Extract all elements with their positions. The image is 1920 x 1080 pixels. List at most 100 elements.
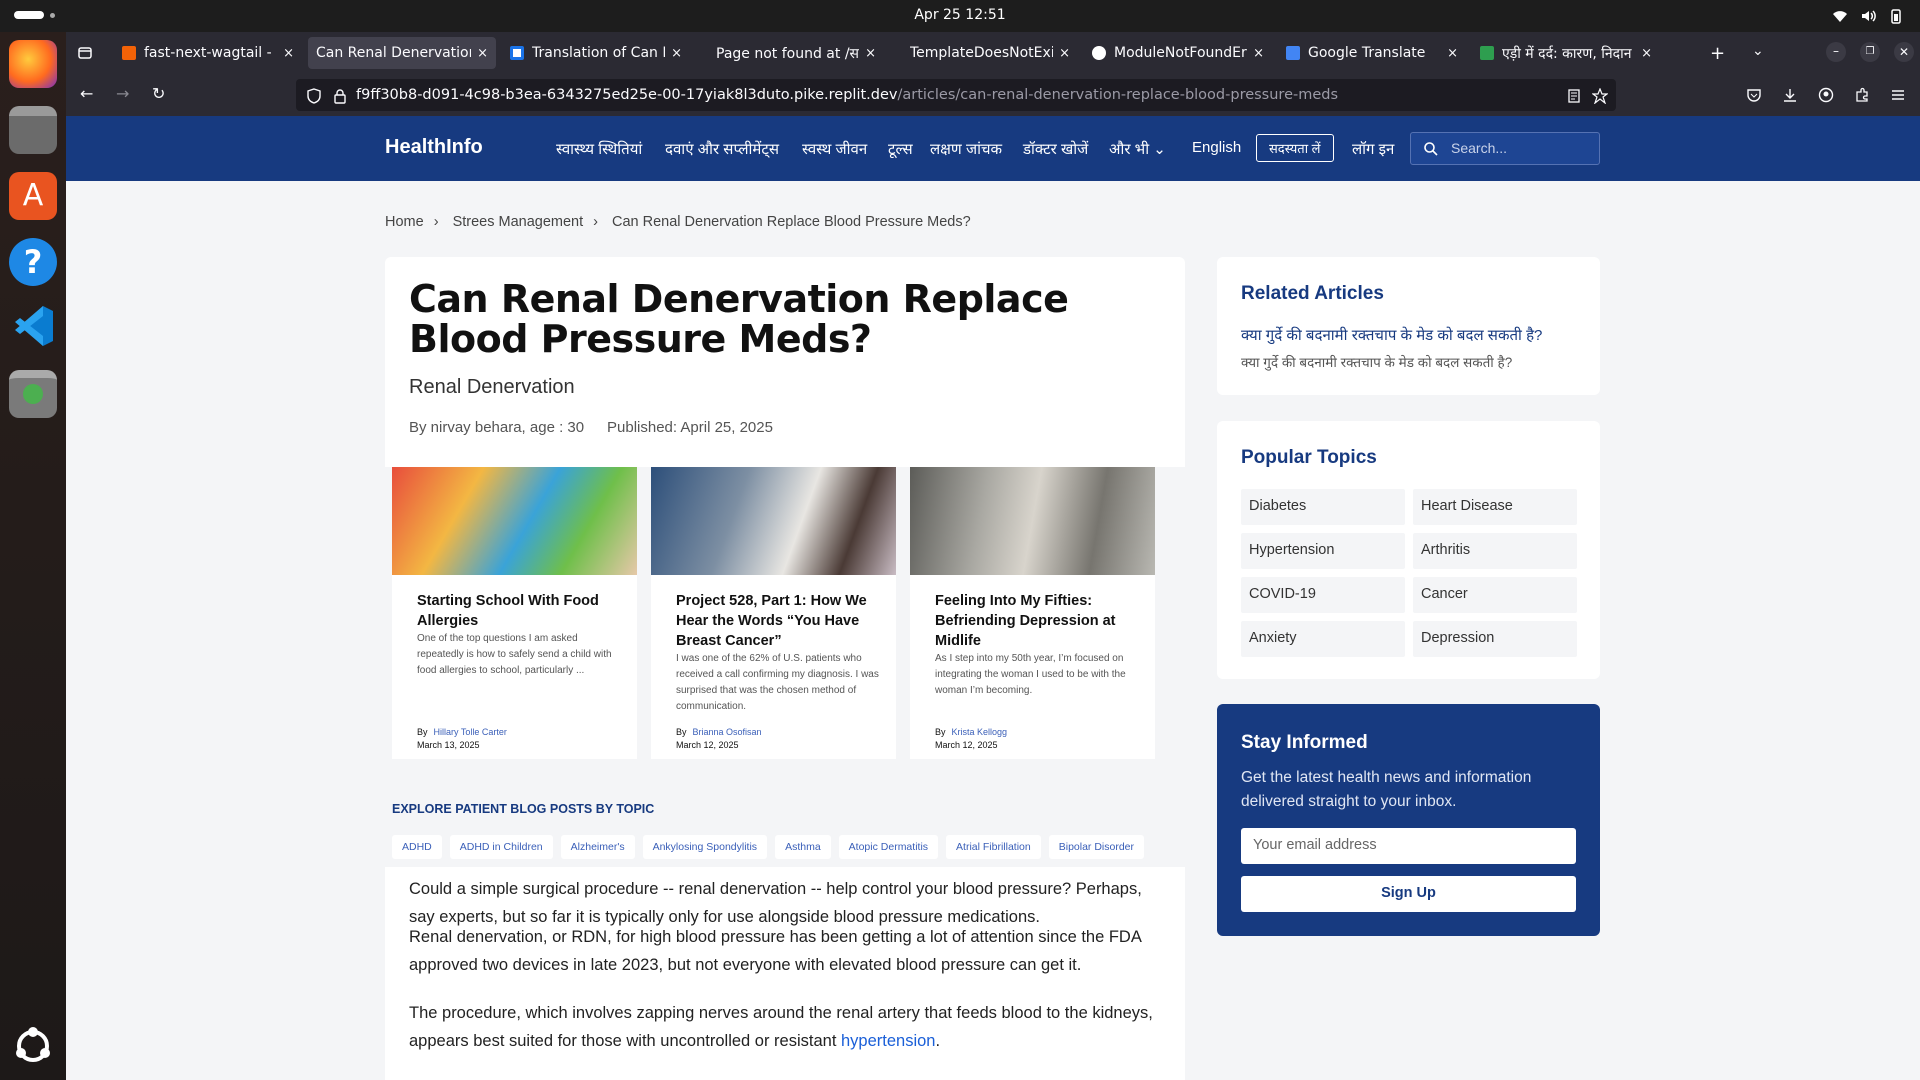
tab-fast-next-wagtail[interactable]: fast-next-wagtail - Re× [114, 37, 302, 69]
popular-topic[interactable]: Anxiety [1241, 621, 1405, 657]
topic-chip[interactable]: Bipolar Disorder [1048, 835, 1145, 859]
nav-symptom-checker[interactable]: लक्षण जांचक [930, 139, 1002, 159]
restore-button[interactable]: ❐ [1860, 42, 1880, 62]
close-icon[interactable]: × [477, 46, 488, 61]
site-logo[interactable]: HealthInfo [385, 136, 483, 159]
topic-chip[interactable]: Atrial Fibrillation [946, 835, 1041, 859]
files-icon[interactable] [9, 106, 57, 154]
popular-topic[interactable]: Cancer [1413, 577, 1577, 613]
popular-topic[interactable]: Heart Disease [1413, 489, 1577, 525]
card-excerpt: As I step into my 50th year, I’m focused… [935, 653, 1126, 696]
bookmark-star-icon[interactable] [1592, 88, 1608, 104]
email-field[interactable]: Your email address [1241, 828, 1576, 864]
shield-icon[interactable] [306, 88, 322, 104]
popular-topic[interactable]: COVID-19 [1241, 577, 1405, 613]
url-path: /articles/can-renal-denervation-replace-… [897, 87, 1339, 103]
vscode-icon[interactable] [9, 302, 57, 350]
close-window-button[interactable]: ✕ [1894, 42, 1914, 62]
language-switch[interactable]: English [1192, 139, 1241, 156]
nav-healthy-living[interactable]: स्वस्थ जीवन [802, 139, 867, 159]
pocket-icon[interactable] [1746, 87, 1762, 103]
popular-topic[interactable]: Arthritis [1413, 533, 1577, 569]
firefox-icon[interactable] [9, 40, 57, 88]
search-placeholder: Search... [1451, 140, 1508, 156]
popular-topic[interactable]: Diabetes [1241, 489, 1405, 525]
tab-overview-icon[interactable] [77, 45, 93, 61]
forward-icon[interactable]: → [116, 86, 129, 102]
topic-chip[interactable]: ADHD in Children [449, 835, 553, 859]
nav-tools[interactable]: टूल्स [888, 139, 913, 159]
close-icon[interactable]: × [283, 46, 294, 61]
url-bar[interactable]: f9ff30b8-d091-4c98-b3ea-6343275ed25e-00-… [296, 79, 1616, 111]
chevron-down-icon[interactable]: ⌄ [1752, 43, 1764, 59]
tab-module-not-found[interactable]: ModuleNotFoundErro × [1084, 37, 1272, 69]
card-author-link[interactable]: Brianna Osofisan [693, 727, 762, 737]
trash-icon[interactable] [9, 370, 57, 418]
close-icon[interactable]: × [865, 46, 876, 61]
join-button[interactable]: सदस्यता लें [1256, 134, 1334, 162]
search-input[interactable]: Search... [1410, 132, 1600, 165]
blog-card[interactable]: Project 528, Part 1: How We Hear the Wor… [651, 467, 896, 759]
nav-drugs[interactable]: दवाएं और सप्लीमेंट्स [665, 139, 779, 159]
card-title[interactable]: Project 528, Part 1: How We Hear the Wor… [676, 591, 876, 651]
popular-topic[interactable]: Hypertension [1241, 533, 1405, 569]
close-icon[interactable]: × [1641, 46, 1652, 61]
reload-icon[interactable]: ↻ [152, 86, 165, 102]
blog-card[interactable]: Feeling Into My Fifties: Befriending Dep… [910, 467, 1155, 759]
system-tray[interactable] [1832, 8, 1904, 24]
new-tab-button[interactable]: + [1710, 43, 1725, 64]
github-favicon-icon [1092, 46, 1106, 60]
topic-chip[interactable]: Asthma [775, 835, 831, 859]
clock[interactable]: Apr 25 12:51 [0, 7, 1920, 23]
card-author-link[interactable]: Krista Kellogg [952, 727, 1008, 737]
lock-icon[interactable] [332, 88, 348, 104]
nav-conditions[interactable]: स्वास्थ्य स्थितियां [556, 139, 642, 159]
battery-icon [1891, 9, 1901, 24]
translate-favicon-icon [510, 46, 524, 60]
sign-up-button[interactable]: Sign Up [1241, 876, 1576, 912]
topic-chip[interactable]: Atopic Dermatitis [838, 835, 939, 859]
account-icon[interactable] [1818, 87, 1834, 103]
extensions-icon[interactable] [1854, 87, 1870, 103]
close-icon[interactable]: × [671, 46, 682, 61]
breadcrumb-home[interactable]: Home [385, 214, 424, 230]
menu-icon[interactable] [1890, 87, 1906, 103]
close-icon[interactable]: × [1447, 46, 1458, 61]
article-byline: By nirvay behara, age : 30 [409, 419, 585, 436]
article: Can Renal Denervation Replace Blood Pres… [385, 257, 1185, 1080]
related-article-link[interactable]: क्या गुर्दे की बदनामी रक्तचाप के मेड को … [1241, 325, 1542, 345]
card-title[interactable]: Feeling Into My Fifties: Befriending Dep… [935, 591, 1135, 651]
back-icon[interactable]: ← [80, 86, 93, 102]
tab-template-does-not-exist[interactable]: TemplateDoesNotExist a× [890, 37, 1078, 69]
card-author: By Hillary Tolle Carter [417, 727, 507, 737]
tab-google-translate[interactable]: Google Translate × [1278, 37, 1466, 69]
breadcrumb-category[interactable]: Strees Management [453, 214, 584, 230]
card-author-link[interactable]: Hillary Tolle Carter [434, 727, 507, 737]
app-center-icon[interactable]: A [9, 172, 57, 220]
replit-icon [122, 46, 136, 60]
topic-chip[interactable]: ADHD [392, 835, 442, 859]
help-icon[interactable]: ? [9, 238, 57, 286]
tab-translation[interactable]: Translation of Can Re× [502, 37, 690, 69]
nav-more[interactable]: और भी ⌄ [1109, 139, 1166, 159]
topic-chip[interactable]: Ankylosing Spondylitis [642, 835, 768, 859]
reader-view-icon[interactable] [1566, 88, 1582, 104]
navigation-bar: ← → ↻ f9ff30b8-d091-4c98-b3ea-6343275ed2… [66, 74, 1920, 116]
nav-find-doctor[interactable]: डॉक्टर खोजें [1023, 139, 1088, 159]
download-icon[interactable] [1782, 87, 1798, 103]
topic-chip[interactable]: Alzheimer's [560, 835, 635, 859]
close-icon[interactable]: × [1059, 46, 1070, 61]
google-translate-icon [1286, 46, 1300, 60]
show-apps-icon[interactable] [9, 1022, 57, 1070]
tab-page-not-found[interactable]: Page not found at /समग्र/× [696, 37, 884, 69]
card-title[interactable]: Starting School With Food Allergies [417, 591, 617, 631]
minimize-button[interactable]: – [1826, 42, 1846, 62]
hypertension-link[interactable]: hypertension [841, 1032, 935, 1050]
close-icon[interactable]: × [1253, 46, 1264, 61]
card-author: By Krista Kellogg [935, 727, 1007, 737]
login-link[interactable]: लॉग इन [1352, 139, 1394, 159]
tab-can-renal-denervation[interactable]: Can Renal Denervation R× [308, 37, 496, 69]
popular-topic[interactable]: Depression [1413, 621, 1577, 657]
blog-card[interactable]: Starting School With Food Allergies One … [392, 467, 637, 759]
tab-heel-pain[interactable]: एड़ी में दर्द: कारण, निदान और× [1472, 37, 1660, 69]
